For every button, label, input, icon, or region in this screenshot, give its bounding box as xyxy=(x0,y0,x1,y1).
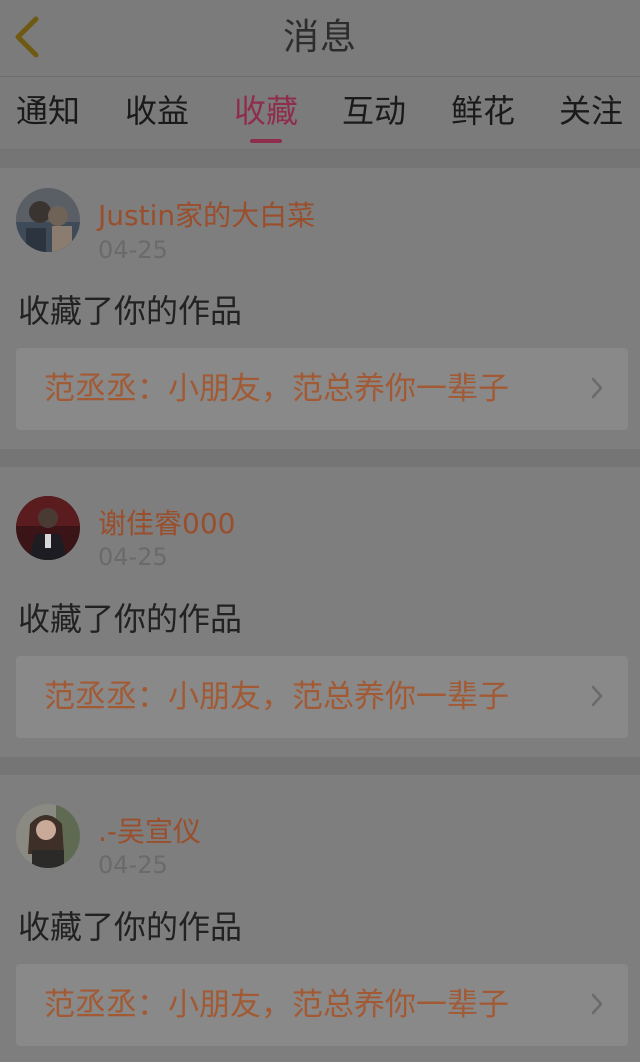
timestamp: 04-25 xyxy=(98,236,168,264)
message-card: 谢佳睿000 04-25 收藏了你的作品 范丞丞：小朋友，范总养你一辈子 xyxy=(0,467,640,757)
tab-interactions[interactable]: 互动 xyxy=(342,77,406,149)
tab-earnings[interactable]: 收益 xyxy=(125,77,189,149)
action-text: 收藏了你的作品 xyxy=(18,292,243,330)
work-title: 范丞丞：小朋友，范总养你一辈子 xyxy=(44,987,509,1023)
tab-notifications[interactable]: 通知 xyxy=(16,77,80,149)
work-link[interactable]: 范丞丞：小朋友，范总养你一辈子 xyxy=(16,964,628,1046)
tab-follows[interactable]: 关注 xyxy=(559,77,623,149)
active-tab-indicator xyxy=(250,139,283,143)
avatar[interactable] xyxy=(16,804,80,868)
chevron-right-icon xyxy=(591,377,603,399)
tab-label: 收藏 xyxy=(234,92,299,130)
action-text: 收藏了你的作品 xyxy=(18,908,243,946)
work-link[interactable]: 范丞丞：小朋友，范总养你一辈子 xyxy=(16,656,628,738)
tab-flowers[interactable]: 鲜花 xyxy=(451,77,515,149)
tab-label: 通知 xyxy=(16,92,81,130)
work-title: 范丞丞：小朋友，范总养你一辈子 xyxy=(44,679,509,715)
section-divider xyxy=(0,757,640,775)
tab-label: 互动 xyxy=(342,92,407,130)
avatar[interactable] xyxy=(16,496,80,560)
avatar-image xyxy=(16,188,80,252)
work-link[interactable]: 范丞丞：小朋友，范总养你一辈子 xyxy=(16,348,628,430)
username[interactable]: 谢佳睿000 xyxy=(98,502,235,542)
chevron-right-icon xyxy=(591,685,603,707)
chevron-right-icon xyxy=(591,993,603,1015)
tab-label: 鲜花 xyxy=(451,92,516,130)
section-divider xyxy=(0,150,640,168)
section-divider xyxy=(0,449,640,467)
work-title: 范丞丞：小朋友，范总养你一辈子 xyxy=(44,371,509,407)
tab-label: 收益 xyxy=(125,92,190,130)
tab-bar: 通知 收益 收藏 互动 鲜花 关注 xyxy=(0,77,640,150)
action-text: 收藏了你的作品 xyxy=(18,600,243,638)
page-title: 消息 xyxy=(282,17,357,58)
avatar[interactable] xyxy=(16,188,80,252)
message-card: Justin家的大白菜 04-25 收藏了你的作品 范丞丞：小朋友，范总养你一辈… xyxy=(0,168,640,449)
timestamp: 04-25 xyxy=(98,543,168,571)
username[interactable]: Justin家的大白菜 xyxy=(98,194,315,234)
avatar-image xyxy=(16,804,80,868)
timestamp: 04-25 xyxy=(98,851,168,879)
avatar-image xyxy=(16,496,80,560)
header-bar: 消息 xyxy=(0,0,640,77)
tab-favorites[interactable]: 收藏 xyxy=(234,77,298,149)
message-card: .-吴宣仪 04-25 收藏了你的作品 范丞丞：小朋友，范总养你一辈子 xyxy=(0,775,640,1062)
tab-label: 关注 xyxy=(559,92,624,130)
username[interactable]: .-吴宣仪 xyxy=(98,810,201,850)
